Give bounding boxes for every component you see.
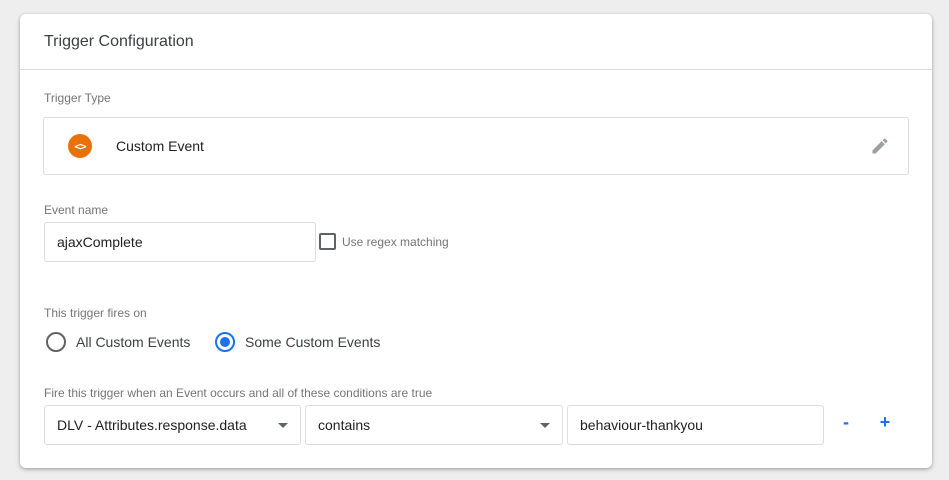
trigger-type-name: Custom Event <box>116 138 204 154</box>
remove-condition-button[interactable]: - <box>836 412 856 433</box>
regex-checkbox-label: Use regex matching <box>342 235 449 249</box>
trigger-type-label: Trigger Type <box>44 91 111 105</box>
radio-all-custom-events[interactable] <box>46 332 66 352</box>
chevron-down-icon <box>540 423 550 428</box>
trigger-type-selector[interactable]: <> Custom Event <box>43 117 909 175</box>
regex-checkbox[interactable] <box>319 233 336 250</box>
condition-variable-select[interactable]: DLV - Attributes.response.data <box>44 405 301 445</box>
condition-operator-value: contains <box>318 417 371 433</box>
condition-operator-select[interactable]: contains <box>305 405 563 445</box>
custom-event-icon: <> <box>68 134 92 158</box>
pencil-icon[interactable] <box>870 136 890 156</box>
event-name-label: Event name <box>44 203 109 217</box>
event-name-input[interactable] <box>44 222 316 262</box>
chevron-down-icon <box>278 423 288 428</box>
condition-value-input[interactable] <box>567 405 824 445</box>
radio-some-custom-events-label: Some Custom Events <box>245 334 381 350</box>
condition-variable-value: DLV - Attributes.response.data <box>57 417 247 433</box>
radio-some-custom-events[interactable] <box>215 332 235 352</box>
card-title: Trigger Configuration <box>20 14 932 70</box>
add-condition-button[interactable]: + <box>875 412 895 433</box>
radio-all-custom-events-label: All Custom Events <box>76 334 191 350</box>
fires-on-label: This trigger fires on <box>44 306 147 320</box>
trigger-configuration-card: Trigger Configuration Trigger Type <> Cu… <box>20 14 932 468</box>
conditions-label: Fire this trigger when an Event occurs a… <box>44 386 433 400</box>
